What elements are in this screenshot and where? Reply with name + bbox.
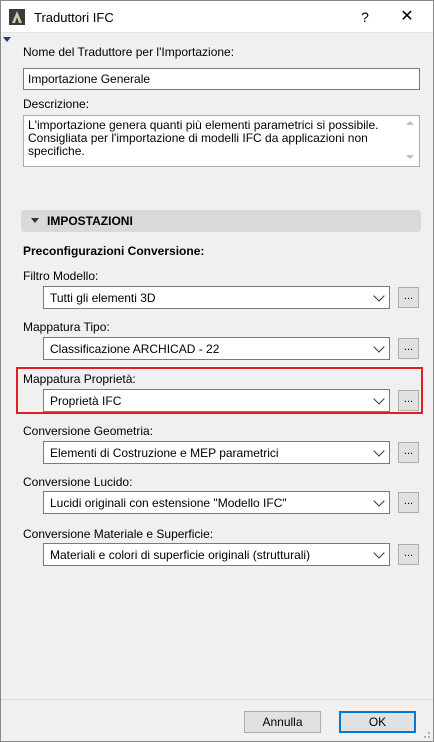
settings-section-header[interactable]: IMPOSTAZIONI <box>21 210 421 232</box>
property-mapping-select[interactable]: Proprietà IFC <box>43 389 390 412</box>
corner-arrow-icon <box>3 37 11 42</box>
translator-name-input[interactable]: Importazione Generale <box>23 68 420 90</box>
scroll-up-icon[interactable] <box>406 121 414 125</box>
material-conversion-options-button[interactable]: ... <box>398 544 419 565</box>
material-conversion-select[interactable]: Materiali e colori di superficie origina… <box>43 543 390 566</box>
chevron-down-icon <box>373 393 385 405</box>
property-mapping-options-button[interactable]: ... <box>398 390 419 411</box>
material-conversion-value: Materiali e colori di superficie origina… <box>50 548 311 562</box>
model-filter-label: Filtro Modello: <box>23 269 99 283</box>
property-mapping-value: Proprietà IFC <box>50 394 122 408</box>
description-text: L'importazione genera quanti più element… <box>28 118 379 158</box>
window-title: Traduttori IFC <box>34 10 114 25</box>
close-button[interactable]: ✕ <box>395 5 419 29</box>
model-filter-value: Tutti gli elementi 3D <box>50 291 156 305</box>
type-mapping-value: Classificazione ARCHICAD - 22 <box>50 342 220 356</box>
archicad-logo-icon <box>9 9 25 25</box>
settings-header-label: IMPOSTAZIONI <box>47 214 133 228</box>
ok-button[interactable]: OK <box>339 711 416 733</box>
conversion-presets-heading: Preconfigurazioni Conversione: <box>23 244 205 258</box>
cancel-button[interactable]: Annulla <box>244 711 321 733</box>
scroll-down-icon[interactable] <box>406 155 414 159</box>
geometry-conversion-select[interactable]: Elementi di Costruzione e MEP parametric… <box>43 441 390 464</box>
description-textarea[interactable]: L'importazione genera quanti più element… <box>23 115 420 167</box>
layer-conversion-options-button[interactable]: ... <box>398 492 419 513</box>
ifc-translators-dialog: Traduttori IFC ? ✕ Nome del Traduttore p… <box>0 0 434 742</box>
model-filter-select[interactable]: Tutti gli elementi 3D <box>43 286 390 309</box>
chevron-down-icon <box>373 547 385 559</box>
type-mapping-select[interactable]: Classificazione ARCHICAD - 22 <box>43 337 390 360</box>
layer-conversion-label: Conversione Lucido: <box>23 475 133 489</box>
chevron-down-icon <box>373 290 385 302</box>
layer-conversion-value: Lucidi originali con estensione "Modello… <box>50 496 287 510</box>
chevron-down-icon <box>373 445 385 457</box>
title-bar: Traduttori IFC ? ✕ <box>1 1 433 33</box>
help-button[interactable]: ? <box>353 5 377 29</box>
resize-grip-icon[interactable] <box>421 729 431 739</box>
geometry-conversion-options-button[interactable]: ... <box>398 442 419 463</box>
layer-conversion-select[interactable]: Lucidi originali con estensione "Modello… <box>43 491 390 514</box>
description-label: Descrizione: <box>23 97 90 111</box>
geometry-conversion-value: Elementi di Costruzione e MEP parametric… <box>50 446 279 460</box>
type-mapping-label: Mappatura Tipo: <box>23 320 110 334</box>
description-scrollbar[interactable] <box>402 117 418 165</box>
collapse-triangle-icon <box>31 218 39 223</box>
material-conversion-label: Conversione Materiale e Superficie: <box>23 527 214 541</box>
name-field-label: Nome del Traduttore per l'Importazione: <box>23 45 235 59</box>
model-filter-options-button[interactable]: ... <box>398 287 419 308</box>
geometry-conversion-label: Conversione Geometria: <box>23 424 154 438</box>
type-mapping-options-button[interactable]: ... <box>398 338 419 359</box>
chevron-down-icon <box>373 341 385 353</box>
chevron-down-icon <box>373 495 385 507</box>
property-mapping-label: Mappatura Proprietà: <box>23 372 136 386</box>
